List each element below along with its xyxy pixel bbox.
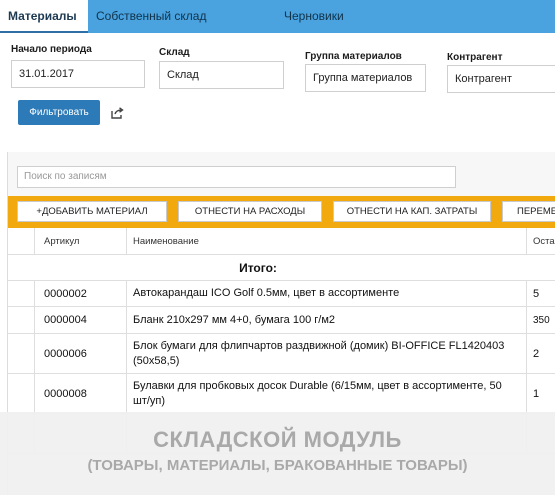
row-select[interactable]: [8, 374, 35, 413]
row-article: 0000002: [35, 281, 127, 306]
banner-title: СКЛАДСКОЙ МОДУЛЬ: [153, 427, 402, 452]
row-article: 0000008: [35, 374, 127, 413]
warehouse-label: Склад: [159, 47, 190, 58]
row-select[interactable]: [8, 307, 35, 333]
row-name: Блок бумаги для флипчартов раздвижной (д…: [127, 334, 527, 373]
period-label: Начало периода: [11, 44, 92, 55]
row-qty: 2: [533, 347, 540, 360]
tab-drafts[interactable]: Черновики: [284, 0, 344, 33]
assign-capex-button[interactable]: ОТНЕСТИ НА КАП. ЗАТРАТЫ: [333, 201, 491, 222]
row-qty: 5: [533, 287, 540, 300]
table-row[interactable]: 0000002 Автокарандаш ICO Golf 0.5мм, цве…: [8, 281, 555, 307]
table-header: Артикул Наименование Оста: [8, 228, 555, 255]
table-row[interactable]: 0000008 Булавки для пробковых досок Dura…: [8, 374, 555, 414]
warehouse-select[interactable]: Склад: [159, 61, 284, 89]
table-row[interactable]: 0000006 Блок бумаги для флипчартов раздв…: [8, 334, 555, 374]
group-select[interactable]: Группа материалов: [305, 64, 426, 92]
tab-materials[interactable]: Материалы: [0, 0, 88, 33]
row-select[interactable]: [8, 281, 35, 306]
move-button[interactable]: ПЕРЕМЕ: [502, 201, 555, 222]
column-stock[interactable]: Оста: [527, 228, 555, 254]
search-input[interactable]: Поиск по записям: [17, 166, 456, 188]
column-name[interactable]: Наименование: [127, 228, 527, 254]
column-article[interactable]: Артикул: [35, 228, 127, 254]
tab-own-warehouse[interactable]: Собственный склад: [96, 0, 206, 33]
row-name: Булавки для пробковых досок Durable (6/1…: [127, 374, 527, 413]
row-name: Бланк 210x297 мм 4+0, бумага 100 г/м2: [127, 307, 527, 333]
assign-expenses-button[interactable]: ОТНЕСТИ НА РАСХОДЫ: [178, 201, 322, 222]
row-name: Автокарандаш ICO Golf 0.5мм, цвет в ассо…: [127, 281, 527, 306]
row-article: 0000004: [35, 307, 127, 333]
banner-subtitle: (ТОВАРЫ, МАТЕРИАЛЫ, БРАКОВАННЫЕ ТОВАРЫ): [87, 457, 468, 474]
counterparty-label: Контрагент: [447, 52, 503, 63]
total-row: Итого:: [8, 255, 555, 281]
table-row[interactable]: 0000004 Бланк 210x297 мм 4+0, бумага 100…: [8, 307, 555, 334]
row-qty: 350: [533, 314, 550, 326]
add-material-button[interactable]: +ДОБАВИТЬ МАТЕРИАЛ: [17, 201, 167, 222]
module-banner: [0, 412, 555, 495]
row-select[interactable]: [8, 334, 35, 373]
row-qty: 1: [533, 387, 540, 400]
period-input[interactable]: 31.01.2017: [11, 60, 145, 88]
group-label: Группа материалов: [305, 51, 402, 62]
row-article: 0000006: [35, 334, 127, 373]
select-column-header[interactable]: [8, 228, 35, 254]
counterparty-select[interactable]: Контрагент: [447, 65, 555, 93]
total-label: Итого:: [239, 260, 277, 275]
filter-button[interactable]: Фильтровать: [18, 100, 100, 125]
external-link-icon[interactable]: [110, 106, 124, 120]
